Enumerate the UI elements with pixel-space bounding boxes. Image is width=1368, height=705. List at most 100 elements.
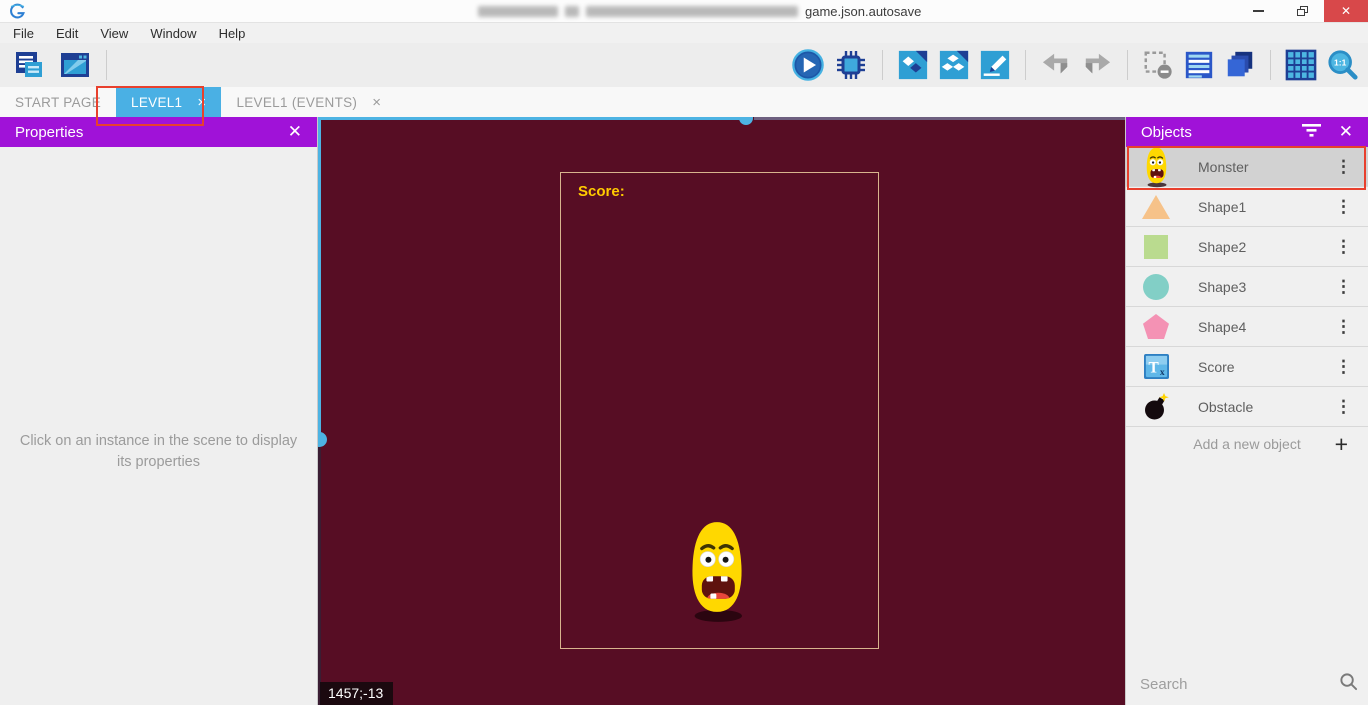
close-icon: ✕ [1341, 4, 1351, 18]
tab-label: LEVEL1 (EVENTS) [236, 95, 357, 110]
menu-edit[interactable]: Edit [45, 24, 89, 43]
add-new-object-button[interactable]: Add a new object + [1126, 427, 1368, 461]
tab-start-page[interactable]: START PAGE [0, 87, 116, 117]
minimize-button[interactable] [1236, 0, 1280, 22]
plus-icon: + [1335, 433, 1348, 456]
properties-close-icon[interactable]: ✕ [288, 122, 302, 142]
grid-icon[interactable] [1285, 49, 1317, 81]
tx-glyph-x: x [1159, 367, 1164, 378]
undo-icon[interactable] [1040, 51, 1072, 79]
objects-close-icon[interactable]: ✕ [1339, 122, 1353, 142]
horizontal-scroll-handle[interactable] [739, 117, 753, 125]
gdevelop-logo-icon [9, 3, 26, 20]
menu-view[interactable]: View [89, 24, 139, 43]
object-row-shape1[interactable]: Shape1 ⋮ [1126, 187, 1368, 227]
vertical-scroll-handle[interactable] [318, 432, 327, 447]
object-menu-icon[interactable]: ⋮ [1331, 357, 1356, 377]
preview-play-icon[interactable] [791, 48, 825, 82]
zoom-1-1-icon[interactable]: 1:1 [1326, 49, 1360, 81]
object-label: Monster [1198, 159, 1331, 175]
horizontal-scrollbar[interactable] [318, 117, 746, 120]
tab-level1[interactable]: LEVEL1 × [116, 87, 221, 117]
tx-glyph-t: T [1148, 359, 1159, 376]
horizontal-scrollbar-track[interactable] [754, 117, 1125, 120]
object-label: Score [1198, 359, 1331, 375]
square-thumbnail-icon [1140, 235, 1172, 259]
toolbar: 1:1 [0, 43, 1368, 87]
objects-panel-spacer [1126, 461, 1368, 663]
object-menu-icon[interactable]: ⋮ [1331, 317, 1356, 337]
object-row-obstacle[interactable]: Obstacle ⋮ [1126, 387, 1368, 427]
properties-empty-message: Click on an instance in the scene to dis… [14, 431, 304, 473]
objects-search-row [1126, 663, 1368, 705]
minimize-icon [1253, 10, 1264, 12]
filter-icon[interactable] [1302, 123, 1321, 141]
object-menu-icon[interactable]: ⋮ [1331, 277, 1356, 297]
circle-thumbnail-icon [1140, 274, 1172, 300]
bomb-thumbnail-icon [1140, 393, 1172, 421]
deselect-instances-icon[interactable] [1142, 49, 1174, 81]
score-text-object[interactable]: Score: [578, 183, 625, 200]
close-button[interactable]: ✕ [1324, 0, 1368, 22]
toolbar-separator [1025, 50, 1026, 80]
object-label: Obstacle [1198, 399, 1331, 415]
menu-help[interactable]: Help [208, 24, 257, 43]
scene-canvas[interactable]: Score: 1457;-13 [318, 117, 1125, 705]
menu-window[interactable]: Window [139, 24, 207, 43]
refresh-render-icon[interactable] [938, 49, 970, 81]
object-row-score[interactable]: T x Score ⋮ [1126, 347, 1368, 387]
object-label: Shape2 [1198, 239, 1331, 255]
menu-file[interactable]: File [2, 24, 45, 43]
tab-bar: START PAGE LEVEL1 × LEVEL1 (EVENTS) × [0, 87, 1368, 117]
monster-thumbnail-icon [1140, 146, 1172, 188]
tab-label: LEVEL1 [131, 95, 182, 110]
redo-icon[interactable] [1081, 51, 1113, 79]
toolbar-separator [106, 50, 107, 80]
text-object-thumbnail-icon: T x [1140, 354, 1172, 379]
search-icon [1339, 672, 1358, 696]
object-menu-icon[interactable]: ⋮ [1331, 397, 1356, 417]
vertical-scrollbar[interactable] [318, 117, 321, 435]
objects-search-input[interactable] [1140, 676, 1339, 693]
object-menu-icon[interactable]: ⋮ [1331, 197, 1356, 217]
tab-level1-events[interactable]: LEVEL1 (EVENTS) × [221, 87, 396, 117]
gdevelop-window: game.json.autosave ✕ File Edit View Wind… [0, 0, 1368, 705]
object-menu-icon[interactable]: ⋮ [1331, 237, 1356, 257]
toolbar-separator [1270, 50, 1271, 80]
title-bar: game.json.autosave ✕ [0, 0, 1368, 22]
monster-sprite[interactable] [684, 518, 750, 624]
add-new-object-label: Add a new object [1193, 436, 1300, 452]
instances-list-icon[interactable] [1183, 49, 1215, 81]
window-title: game.json.autosave [478, 0, 921, 22]
edit-scene-icon[interactable] [979, 49, 1011, 81]
redacted-title-segment [565, 6, 579, 17]
layers-icon[interactable] [1224, 49, 1256, 81]
pentagon-thumbnail-icon [1140, 313, 1172, 340]
tab-close-icon[interactable]: × [372, 95, 381, 110]
restore-icon [1297, 6, 1308, 16]
object-row-shape2[interactable]: Shape2 ⋮ [1126, 227, 1368, 267]
menu-bar: File Edit View Window Help [0, 22, 1368, 43]
project-manager-icon[interactable] [12, 50, 46, 80]
properties-panel: Properties ✕ Click on an instance in the… [0, 117, 318, 705]
tab-close-icon[interactable]: × [197, 95, 206, 110]
objects-panel-header: Objects ✕ [1126, 117, 1368, 147]
properties-title: Properties [15, 124, 83, 141]
object-row-shape4[interactable]: Shape4 ⋮ [1126, 307, 1368, 347]
redacted-title-segment [586, 6, 798, 17]
object-menu-icon[interactable]: ⋮ [1331, 157, 1356, 177]
object-label: Shape3 [1198, 279, 1331, 295]
start-page-icon[interactable] [58, 50, 92, 80]
restore-button[interactable] [1280, 0, 1324, 22]
vertical-scrollbar-track[interactable] [318, 447, 321, 705]
window-controls: ✕ [1236, 0, 1368, 22]
objects-title: Objects [1141, 124, 1192, 141]
object-label: Shape4 [1198, 319, 1331, 335]
tab-label: START PAGE [15, 95, 101, 110]
export-icon[interactable] [897, 49, 929, 81]
cursor-coordinates-badge: 1457;-13 [320, 682, 393, 705]
object-row-monster[interactable]: Monster ⋮ [1126, 147, 1368, 187]
objects-panel: Objects ✕ Monster ⋮ [1125, 117, 1368, 705]
object-row-shape3[interactable]: Shape3 ⋮ [1126, 267, 1368, 307]
debug-icon[interactable] [834, 48, 868, 82]
